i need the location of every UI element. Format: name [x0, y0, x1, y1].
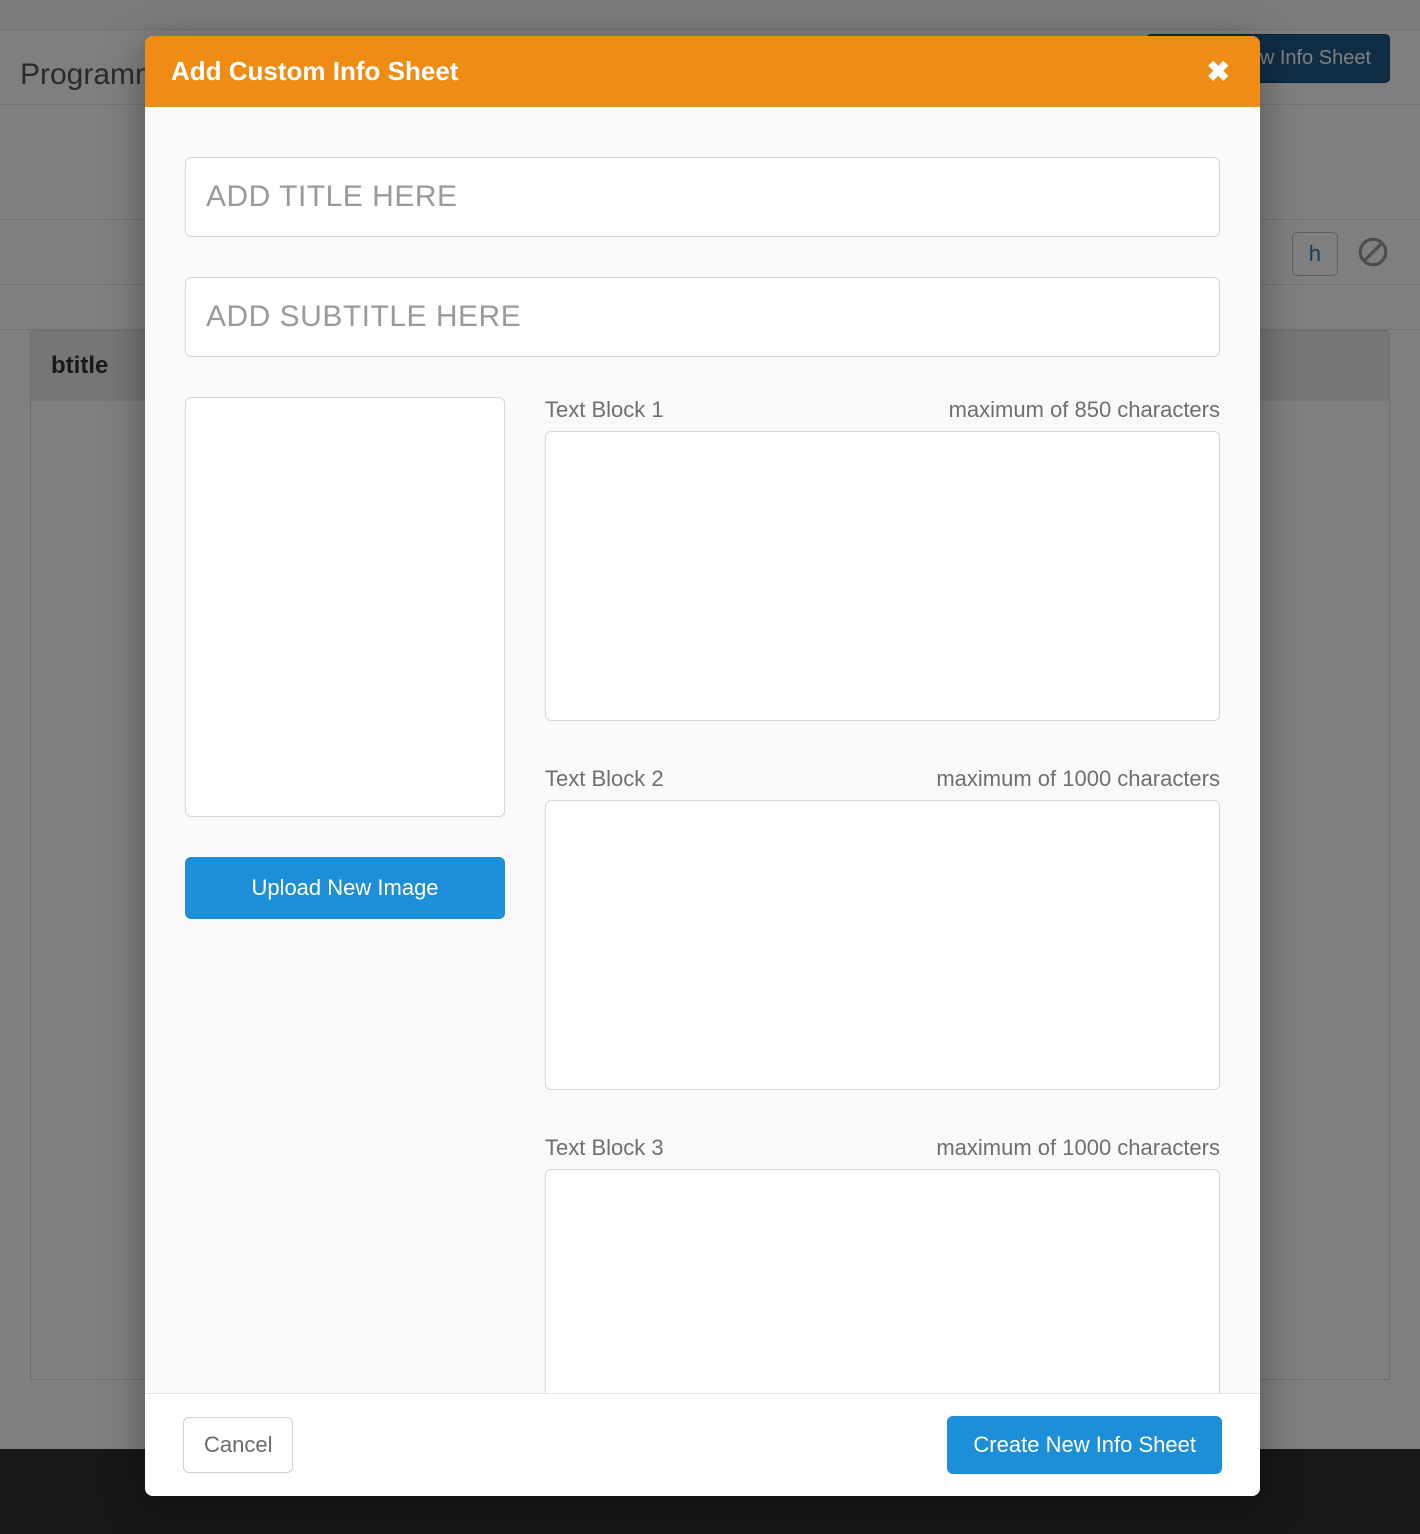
text-block-label: Text Block 3 — [545, 1135, 664, 1161]
create-new-info-sheet-button[interactable]: Create New Info Sheet — [947, 1416, 1222, 1474]
text-block-3-textarea[interactable] — [545, 1169, 1220, 1393]
modal-header: Add Custom Info Sheet ✖ — [145, 36, 1260, 107]
title-input[interactable] — [185, 157, 1220, 237]
image-dropzone[interactable] — [185, 397, 505, 817]
modal-footer: Cancel Create New Info Sheet — [145, 1393, 1260, 1496]
text-block-1: Text Block 1 maximum of 850 characters — [545, 397, 1220, 726]
text-block-3: Text Block 3 maximum of 1000 characters — [545, 1135, 1220, 1393]
text-block-label: Text Block 1 — [545, 397, 664, 423]
subtitle-input[interactable] — [185, 277, 1220, 357]
add-custom-info-sheet-modal: Add Custom Info Sheet ✖ Upload New Image… — [145, 36, 1260, 1496]
text-block-2-textarea[interactable] — [545, 800, 1220, 1090]
text-block-max-note: maximum of 1000 characters — [936, 1135, 1220, 1161]
text-block-1-textarea[interactable] — [545, 431, 1220, 721]
text-block-max-note: maximum of 1000 characters — [936, 766, 1220, 792]
modal-body: Upload New Image Text Block 1 maximum of… — [145, 107, 1260, 1393]
modal-title: Add Custom Info Sheet — [171, 56, 458, 87]
text-block-label: Text Block 2 — [545, 766, 664, 792]
cancel-button[interactable]: Cancel — [183, 1417, 293, 1473]
text-block-2: Text Block 2 maximum of 1000 characters — [545, 766, 1220, 1095]
upload-new-image-button[interactable]: Upload New Image — [185, 857, 505, 919]
close-icon[interactable]: ✖ — [1203, 58, 1234, 86]
text-block-max-note: maximum of 850 characters — [949, 397, 1220, 423]
